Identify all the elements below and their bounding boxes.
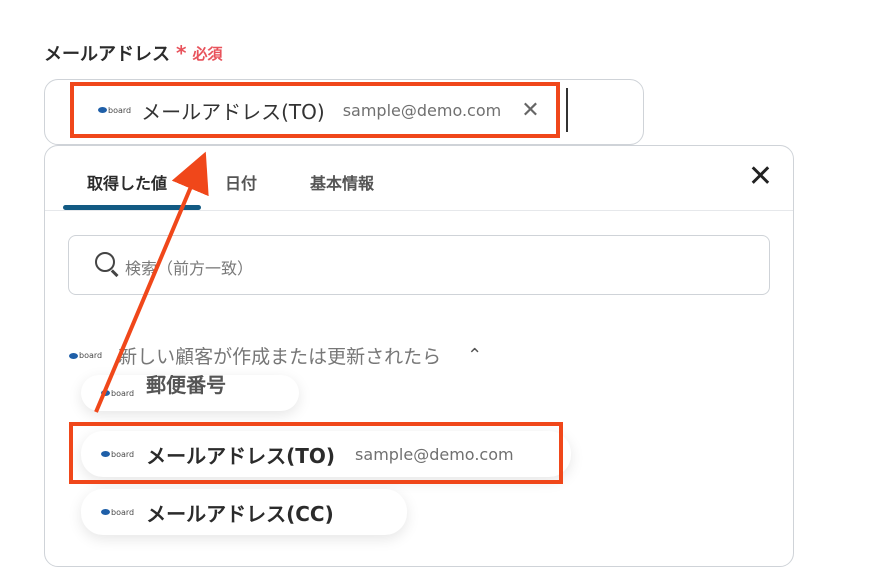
arrow-annotation	[94, 151, 209, 413]
